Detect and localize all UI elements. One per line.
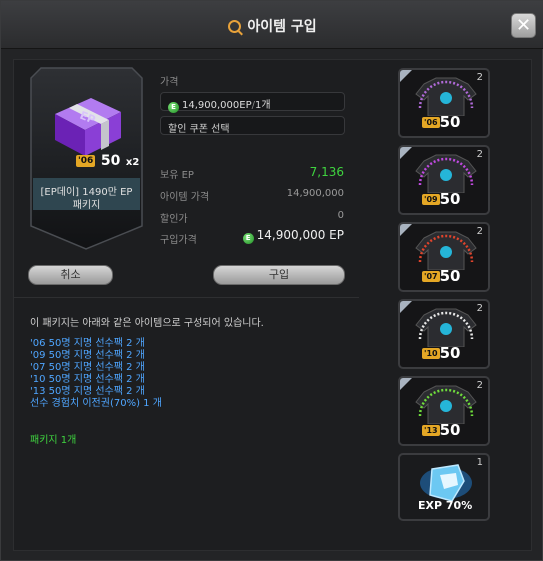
item-price-label: 아이템 가격 [160, 192, 210, 203]
jersey-icon [415, 231, 477, 270]
list-item: '07 50명 지명 선수팩 2 개 [30, 362, 145, 373]
price-quantity: 1개 [254, 100, 271, 111]
price-field: E 14,900,000EP/1개 [160, 92, 345, 113]
list-item: '10 50명 지명 선수팩 2 개 [30, 374, 145, 385]
package-description: 이 패키지는 아래와 같은 아이템으로 구성되어 있습니다. [30, 318, 264, 329]
package-items-column: 2 '06 50 2 '09 50 2 '07 50 2 '10 50 2 '1… [398, 68, 492, 528]
purchase-dialog: 아이템 구입 ✕ EP '06 50 x2 [EP데이] 1490만 EP 패키… [0, 0, 543, 561]
owned-ep-label: 보유 EP [160, 170, 194, 181]
exp-transfer-ticket-thumb[interactable]: 1 EXP 70% [398, 453, 490, 521]
discount-value: 0 [337, 210, 344, 221]
cancel-button[interactable]: 취소 [28, 265, 113, 285]
purchase-price-amount: 14,900,000 EP [256, 228, 344, 242]
player-pack-thumb-10[interactable]: 2 '10 50 [398, 299, 490, 369]
player-pack-thumb-13[interactable]: 2 '13 50 [398, 376, 490, 446]
item-count: 2 [476, 303, 483, 314]
badge-number: 50 [100, 153, 121, 169]
badge-multiplier: x2 [125, 157, 140, 168]
titlebar: 아이템 구입 ✕ [1, 1, 543, 49]
player-pack-thumb-09[interactable]: 2 '09 50 [398, 145, 490, 215]
list-item: '09 50명 지명 선수팩 2 개 [30, 350, 145, 361]
discount-label: 할인가 [160, 214, 188, 225]
product-name: [EP데이] 1490만 EP 패키지 [40, 187, 133, 211]
badge-year: '06 [76, 155, 96, 167]
close-button[interactable]: ✕ [511, 13, 536, 38]
price-label: 가격 [160, 77, 179, 88]
ep-coin-icon: E [168, 102, 179, 113]
jersey-icon [415, 154, 477, 193]
list-item: '06 50명 지명 선수팩 2 개 [30, 338, 145, 349]
list-item: '13 50명 지명 선수팩 2 개 [30, 386, 145, 397]
jersey-icon [415, 77, 477, 116]
item-count: 2 [476, 380, 483, 391]
product-badge: '06 50 x2 [76, 150, 139, 169]
jersey-icon [415, 385, 477, 424]
package-count: 패키지 1개 [30, 435, 77, 446]
list-item: 선수 경험치 이전권(70%) 1 개 [30, 398, 162, 409]
ep-coin-icon: E [242, 233, 254, 244]
owned-ep-value: 7,136 [309, 165, 344, 179]
player-pack-thumb-07[interactable]: 2 '07 50 [398, 222, 490, 292]
package-contents-list: '06 50명 지명 선수팩 2 개 '09 50명 지명 선수팩 2 개 '0… [30, 338, 350, 410]
thumb-badge: '07 50 [422, 267, 461, 285]
search-icon [228, 20, 242, 33]
coupon-select[interactable]: 할인 쿠폰 선택 [160, 116, 345, 135]
thumb-badge: '06 50 [422, 113, 461, 131]
purchase-price-value: E 14,900,000 EP [214, 228, 344, 244]
item-count: 2 [476, 72, 483, 83]
price-amount: 14,900,000EP [182, 100, 252, 111]
product-card: EP '06 50 x2 [EP데이] 1490만 EP 패키지 [29, 66, 144, 251]
item-count: 1 [476, 457, 483, 468]
thumb-badge: '13 50 [422, 421, 461, 439]
ticket-label: EXP 70% [418, 499, 473, 512]
dialog-title-wrap: 아이템 구입 [1, 16, 543, 36]
jersey-icon [415, 308, 477, 347]
dialog-title: 아이템 구입 [247, 19, 317, 35]
purchase-price-label: 구입가격 [160, 235, 197, 246]
item-price-value: 14,900,000 [286, 188, 344, 199]
thumb-badge: '09 50 [422, 190, 461, 208]
item-count: 2 [476, 226, 483, 237]
player-pack-thumb-06[interactable]: 2 '06 50 [398, 68, 490, 138]
dialog-content: EP '06 50 x2 [EP데이] 1490만 EP 패키지 가격 E 14,… [13, 59, 532, 551]
divider [14, 297, 359, 298]
item-count: 2 [476, 149, 483, 160]
thumb-badge: '10 50 [422, 344, 461, 362]
buy-button[interactable]: 구입 [213, 265, 345, 285]
